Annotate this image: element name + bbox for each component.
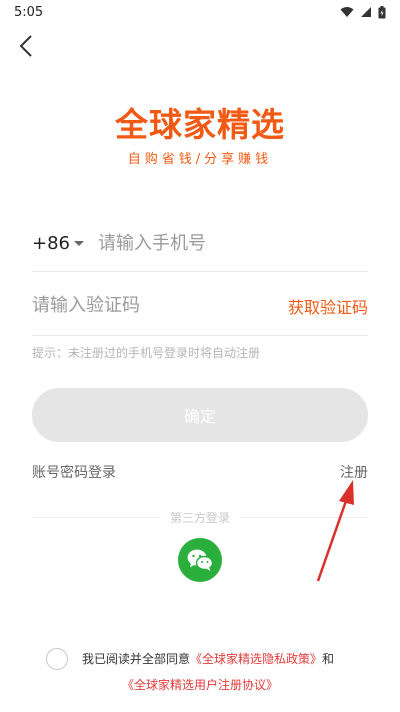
agreement-prefix: 我已阅读并全部同意 bbox=[82, 652, 191, 666]
dropdown-caret-icon bbox=[74, 241, 84, 246]
wechat-icon bbox=[187, 549, 214, 571]
divider-line-left bbox=[32, 516, 158, 518]
wechat-login-button[interactable] bbox=[178, 538, 222, 582]
app-logo: 全球家精选 自购省钱/分享赚钱 bbox=[0, 104, 400, 167]
agreement-and: 和 bbox=[322, 652, 335, 666]
wifi-icon bbox=[340, 7, 354, 17]
status-time: 5:05 bbox=[14, 4, 44, 20]
signal-icon bbox=[361, 7, 371, 17]
code-row: 获取验证码 bbox=[32, 276, 368, 336]
battery-icon bbox=[378, 5, 386, 18]
country-code-label: +86 bbox=[32, 233, 70, 254]
verification-code-input[interactable] bbox=[32, 295, 232, 316]
third-party-divider: 第三方登录 bbox=[32, 508, 369, 526]
agreement-checkbox[interactable] bbox=[46, 648, 68, 670]
privacy-policy-link[interactable]: 《全球家精选隐私政策》 bbox=[190, 652, 322, 666]
country-code-selector[interactable]: +86 bbox=[32, 233, 84, 254]
register-link[interactable]: 注册 bbox=[340, 462, 368, 482]
agreement-text: 我已阅读并全部同意《全球家精选隐私政策》和 bbox=[82, 650, 334, 667]
logo-title: 全球家精选 bbox=[115, 105, 285, 144]
user-agreement-link[interactable]: 《全球家精选用户注册协议》 bbox=[122, 678, 278, 692]
get-code-button[interactable]: 获取验证码 bbox=[288, 294, 368, 318]
hint-text: 提示：未注册过的手机号登录时将自动注册 bbox=[32, 346, 261, 360]
logo-slogan: 自购省钱/分享赚钱 bbox=[127, 152, 273, 167]
status-icons bbox=[340, 5, 386, 19]
third-party-label: 第三方登录 bbox=[170, 510, 231, 525]
confirm-button[interactable]: 确定 bbox=[32, 388, 368, 442]
divider-line-right bbox=[242, 516, 369, 518]
back-button[interactable] bbox=[14, 30, 38, 62]
phone-input[interactable] bbox=[98, 233, 338, 254]
status-bar: 5:05 bbox=[0, 0, 400, 24]
account-password-login-link[interactable]: 账号密码登录 bbox=[32, 462, 116, 482]
back-arrow-icon bbox=[19, 35, 32, 57]
phone-row: +86 bbox=[32, 216, 368, 272]
